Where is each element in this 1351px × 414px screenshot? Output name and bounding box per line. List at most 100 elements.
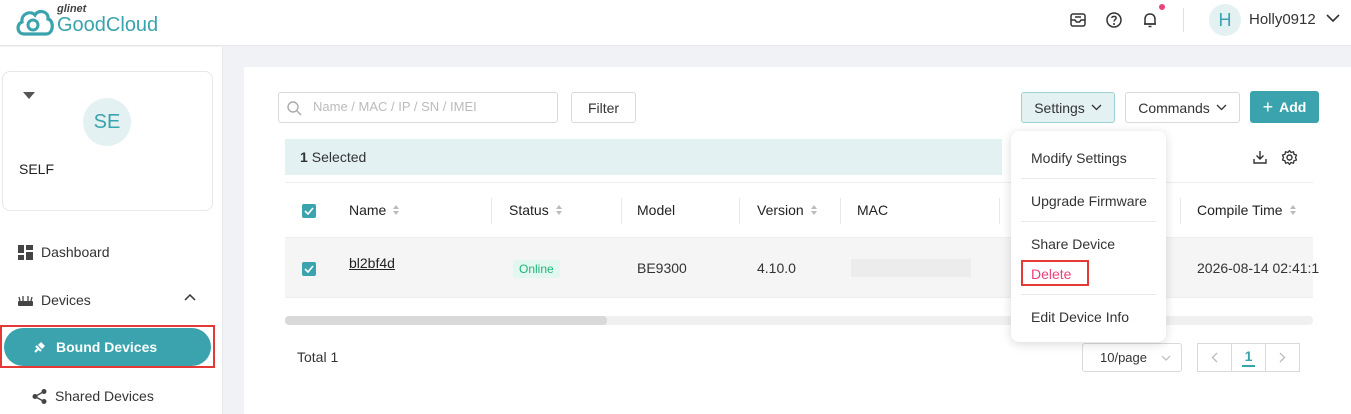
column-divider xyxy=(840,198,841,224)
selected-label: Selected xyxy=(311,149,367,165)
settings-button[interactable]: Settings xyxy=(1021,92,1115,123)
org-name: SELF xyxy=(19,161,55,177)
search-input[interactable] xyxy=(313,99,549,114)
next-page-button[interactable] xyxy=(1265,343,1300,372)
column-header-status[interactable]: Status xyxy=(509,202,563,218)
help-icon[interactable] xyxy=(1105,11,1123,29)
sort-icon xyxy=(810,205,817,215)
goodcloud-logo[interactable]: glinet GoodCloud xyxy=(14,3,158,38)
device-version: 4.10.0 xyxy=(757,260,796,276)
column-mac-label: MAC xyxy=(857,202,889,218)
chevron-left-icon xyxy=(1211,352,1218,363)
caret-down-icon[interactable] xyxy=(23,92,35,99)
page-1-button[interactable]: 1 xyxy=(1231,343,1266,372)
search-icon xyxy=(287,101,302,116)
filter-label: Filter xyxy=(587,99,620,116)
status-badge: Online xyxy=(513,260,560,278)
bell-icon[interactable] xyxy=(1141,11,1159,29)
sidebar-item-label: Dashboard xyxy=(41,244,110,260)
org-avatar: SE xyxy=(83,98,131,146)
user-avatar[interactable]: H xyxy=(1209,4,1241,36)
sidebar: SE SELF Dashboard Devices Bound Devices … xyxy=(0,47,223,414)
add-label: Add xyxy=(1279,99,1307,115)
chevron-down-icon xyxy=(1216,104,1227,111)
column-header-compile-time[interactable]: Compile Time xyxy=(1197,202,1297,218)
device-name-link[interactable]: bl2bf4d xyxy=(349,255,395,271)
sidebar-item-label: Shared Devices xyxy=(55,388,154,404)
organization-card[interactable]: SE SELF xyxy=(2,71,213,211)
check-icon xyxy=(304,265,314,273)
inbox-icon[interactable] xyxy=(1069,11,1087,29)
brand-name: GoodCloud xyxy=(57,14,159,36)
sort-icon xyxy=(1289,205,1296,215)
plus-icon: + xyxy=(1262,96,1274,117)
column-divider xyxy=(491,198,492,224)
menu-divider xyxy=(1021,221,1156,222)
sidebar-item-label: Devices xyxy=(41,292,91,308)
column-status-label: Status xyxy=(509,202,549,218)
sidebar-item-devices[interactable]: Devices xyxy=(18,292,91,308)
column-divider xyxy=(621,198,622,224)
chevron-right-icon xyxy=(1279,352,1286,363)
column-settings-gear-icon[interactable] xyxy=(1281,149,1298,166)
mac-redacted xyxy=(851,259,971,277)
menu-item-edit-device-info[interactable]: Edit Device Info xyxy=(1031,309,1129,325)
column-divider xyxy=(999,198,1000,224)
column-header-name[interactable]: Name xyxy=(349,202,400,218)
column-header-mac[interactable]: MAC xyxy=(857,202,888,218)
prev-page-button[interactable] xyxy=(1197,343,1232,372)
top-bar: glinet GoodCloud H Holly0912 xyxy=(0,0,1351,46)
column-compile-time-label: Compile Time xyxy=(1197,202,1283,218)
chevron-down-icon xyxy=(1161,355,1171,361)
search-box[interactable] xyxy=(278,92,558,123)
column-model-label: Model xyxy=(637,202,676,218)
settings-dropdown-menu: Modify Settings Upgrade Firmware Share D… xyxy=(1011,131,1166,342)
username[interactable]: Holly0912 xyxy=(1249,11,1316,28)
highlight-delete xyxy=(1021,260,1089,286)
scrollbar-thumb[interactable] xyxy=(285,316,607,325)
column-name-label: Name xyxy=(349,202,387,218)
column-header-model[interactable]: Model xyxy=(637,202,675,218)
commands-button[interactable]: Commands xyxy=(1125,92,1240,123)
total-count: Total 1 xyxy=(297,349,339,365)
commands-label: Commands xyxy=(1138,99,1210,116)
menu-item-share-device[interactable]: Share Device xyxy=(1031,236,1115,252)
router-icon xyxy=(18,295,33,306)
sidebar-item-shared-devices[interactable]: Shared Devices xyxy=(32,388,154,404)
page-size-value: 10/page xyxy=(1100,350,1147,365)
row-checkbox[interactable] xyxy=(302,262,316,276)
device-model: BE9300 xyxy=(637,260,687,276)
notification-badge xyxy=(1159,4,1165,10)
filter-button[interactable]: Filter xyxy=(571,92,636,123)
column-version-label: Version xyxy=(757,202,804,218)
menu-item-modify-settings[interactable]: Modify Settings xyxy=(1031,150,1127,166)
share-icon xyxy=(32,388,47,404)
current-page-number: 1 xyxy=(1241,348,1256,367)
cloud-logo-icon xyxy=(16,9,54,36)
check-icon xyxy=(304,207,314,215)
device-compile-time: 2026-08-14 02:41:1 xyxy=(1197,260,1320,276)
download-icon[interactable] xyxy=(1252,149,1268,165)
sort-icon xyxy=(393,205,400,215)
sort-icon xyxy=(555,205,562,215)
page-size-select[interactable]: 10/page xyxy=(1082,343,1182,372)
highlight-bound-devices xyxy=(0,325,215,368)
header-divider xyxy=(1183,8,1184,32)
chevron-down-icon xyxy=(1091,104,1102,111)
selection-bar: 1 Selected xyxy=(285,139,1002,175)
add-device-button[interactable]: + Add xyxy=(1250,91,1319,123)
selected-count: 1 xyxy=(300,149,308,165)
dashboard-icon xyxy=(18,244,33,260)
main-panel: Filter Settings Commands + Add 1 Selecte… xyxy=(244,67,1351,414)
column-divider xyxy=(1180,198,1181,224)
menu-item-upgrade-firmware[interactable]: Upgrade Firmware xyxy=(1031,193,1147,209)
column-header-version[interactable]: Version xyxy=(757,202,818,218)
sidebar-item-dashboard[interactable]: Dashboard xyxy=(18,244,110,260)
chevron-up-icon[interactable] xyxy=(184,293,196,301)
menu-divider xyxy=(1021,178,1156,179)
settings-label: Settings xyxy=(1034,99,1085,116)
chevron-down-icon[interactable] xyxy=(1326,13,1340,23)
column-divider xyxy=(739,198,740,224)
menu-divider xyxy=(1021,294,1156,295)
select-all-checkbox[interactable] xyxy=(302,204,316,218)
